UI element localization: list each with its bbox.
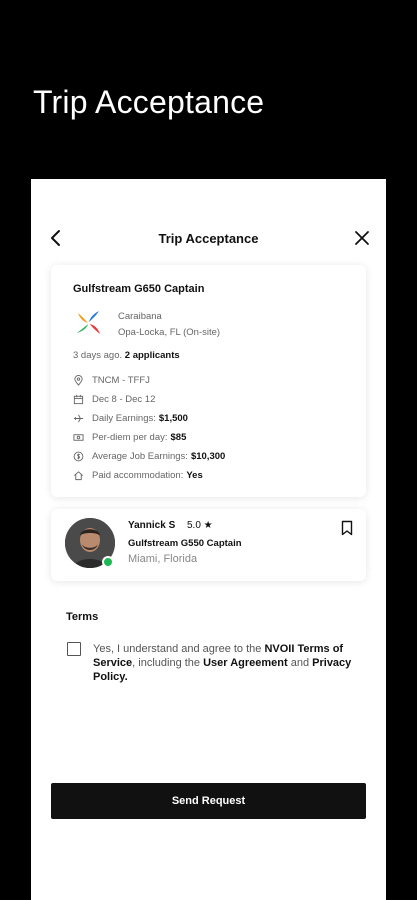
posted-info: 3 days ago. 2 applicants <box>73 350 180 361</box>
app-screen: Trip Acceptance Gulfstream G650 Captain … <box>31 179 386 900</box>
per-diem-label: Per-diem per day: <box>92 431 168 443</box>
terms-checkbox[interactable] <box>67 642 81 656</box>
bookmark-icon[interactable] <box>341 520 353 536</box>
job-card[interactable]: Gulfstream G650 Captain Caraibana Opa-Lo… <box>51 265 366 497</box>
close-icon[interactable] <box>352 228 372 248</box>
top-nav: Trip Acceptance <box>31 223 386 255</box>
job-title: Gulfstream G650 Captain <box>73 283 205 295</box>
accommodation-value: Yes <box>186 469 203 481</box>
per-diem-value: $85 <box>170 431 187 443</box>
route-text: TNCM - TFFJ <box>92 374 150 386</box>
nav-title: Trip Acceptance <box>158 231 259 246</box>
location-pin-icon <box>74 374 83 386</box>
terms-text-2: , including the <box>132 657 204 669</box>
accommodation-label: Paid accommodation: <box>92 469 184 481</box>
pilot-card[interactable]: Yannick S 5.0 ★ Gulfstream G550 Captain … <box>51 509 366 581</box>
accommodation-row: Paid accommodation: Yes <box>73 468 203 482</box>
daily-earnings-row: Daily Earnings: $1,500 <box>73 411 188 425</box>
company-location: Opa-Locka, FL (On-site) <box>118 327 221 338</box>
pilot-name: Yannick S <box>128 520 176 531</box>
average-earnings-row: Average Job Earnings: $10,300 <box>73 449 225 463</box>
user-agreement-link[interactable]: User Agreement <box>203 657 288 669</box>
daily-earnings-value: $1,500 <box>158 412 188 424</box>
posted-ago: 3 days ago. <box>73 350 123 361</box>
company-name: Caraibana <box>118 311 162 322</box>
applicants-count: 2 applicants <box>124 350 180 361</box>
company-logo <box>77 311 100 334</box>
dollar-circle-icon <box>73 451 84 461</box>
calendar-icon <box>73 394 84 404</box>
cash-icon <box>73 433 84 441</box>
terms-heading: Terms <box>66 611 99 623</box>
pilot-role: Gulfstream G550 Captain <box>128 538 242 549</box>
average-earnings-label: Average Job Earnings: <box>92 450 188 462</box>
terms-text-3: and <box>287 657 313 669</box>
terms-text: Yes, I understand and agree to the NVOII… <box>93 642 361 684</box>
online-status-dot <box>102 556 114 568</box>
terms-text-1: Yes, I understand and agree to the <box>93 643 265 655</box>
dates-row: Dec 8 - Dec 12 <box>73 392 155 406</box>
home-icon <box>74 470 83 480</box>
per-diem-row: Per-diem per day: $85 <box>73 430 186 444</box>
pilot-rating: 5.0 ★ <box>187 520 213 531</box>
plane-icon <box>73 414 84 422</box>
pilot-location: Miami, Florida <box>128 553 198 565</box>
route-row: TNCM - TFFJ <box>73 373 150 387</box>
dates-text: Dec 8 - Dec 12 <box>92 393 156 405</box>
send-request-button[interactable]: Send Request <box>51 783 366 819</box>
average-earnings-value: $10,300 <box>190 450 226 462</box>
hero-title: Trip Acceptance <box>33 84 265 120</box>
daily-earnings-label: Daily Earnings: <box>92 412 156 424</box>
